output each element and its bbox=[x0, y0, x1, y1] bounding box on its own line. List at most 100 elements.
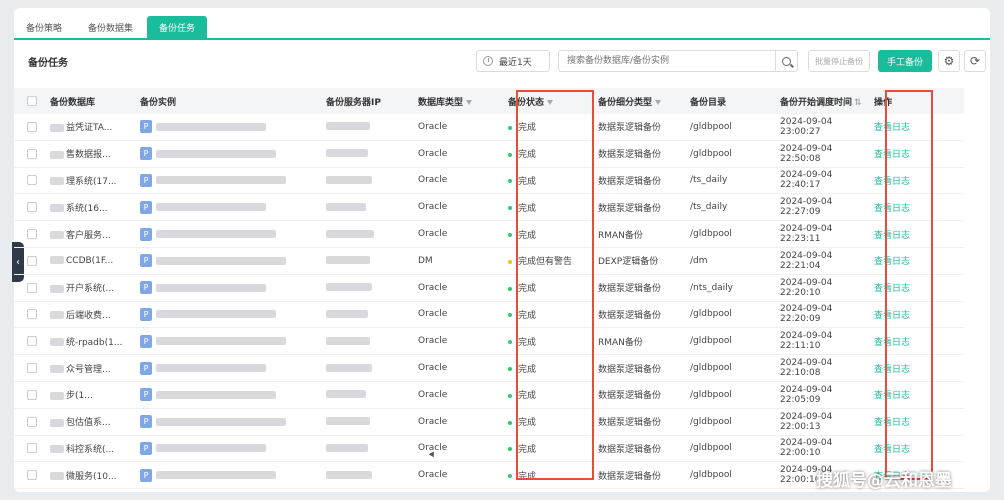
sort-icon[interactable]: ⇅ bbox=[854, 98, 862, 108]
table-row: 步(1... P Oracle 完成 数据泵逻辑备份/gldbpool 2024-09-0… bbox=[14, 382, 964, 409]
instance-badge: P bbox=[140, 307, 152, 321]
search-button[interactable] bbox=[775, 51, 797, 71]
row-checkbox[interactable] bbox=[27, 416, 37, 427]
cell-sub-type: 数据泵逻辑备份 bbox=[598, 310, 662, 321]
table-row: CCDB(1F... P DM 完成但有警告 DEXP逻辑备份/dm 2024-09-04… bbox=[14, 248, 964, 275]
cell-directory: /nts_daily bbox=[690, 282, 734, 293]
cell-sub-type: 数据泵逻辑备份 bbox=[598, 471, 662, 482]
cell-start-time: 2024-09-04 22:21:04 bbox=[780, 250, 833, 271]
cell-database: 售数据报... bbox=[50, 147, 140, 160]
cell-server-ip bbox=[326, 122, 418, 132]
search-input[interactable] bbox=[559, 51, 775, 71]
table-row: 包估值系... P Oracle 完成 数据泵逻辑备份/gldbpool 2024-09-… bbox=[14, 409, 964, 436]
cell-directory: /gldbpool bbox=[690, 309, 732, 320]
cell-server-ip bbox=[326, 283, 418, 293]
status-dot-icon bbox=[508, 474, 512, 479]
filter-icon[interactable] bbox=[466, 99, 473, 105]
select-all-checkbox[interactable] bbox=[27, 96, 37, 106]
cell-directory: /gldbpool bbox=[690, 470, 732, 481]
status-dot-icon bbox=[508, 393, 512, 398]
filter-icon[interactable] bbox=[655, 99, 662, 105]
cell-db-type: Oracle bbox=[418, 121, 448, 132]
instance-badge: P bbox=[140, 254, 152, 268]
instance-badge: P bbox=[140, 147, 152, 161]
row-checkbox[interactable] bbox=[27, 282, 37, 293]
cell-database: CCDB(1F... bbox=[50, 256, 140, 266]
refresh-button[interactable]: ⟳ bbox=[964, 50, 986, 72]
cell-sub-type: DEXP逻辑备份 bbox=[598, 257, 659, 268]
row-checkbox[interactable] bbox=[27, 255, 37, 266]
batch-stop-button[interactable]: 批量停止备份 bbox=[808, 50, 870, 72]
status-dot-icon bbox=[508, 259, 512, 264]
cell-database: 包估值系... bbox=[50, 415, 140, 428]
search-box bbox=[558, 50, 798, 72]
row-checkbox[interactable] bbox=[27, 175, 37, 186]
column-header: 备份数据库 bbox=[50, 97, 96, 108]
column-header[interactable]: 备份细分类型 bbox=[598, 95, 690, 108]
cell-database: 系统(16... bbox=[50, 201, 140, 214]
column-header[interactable]: 数据库类型 bbox=[418, 95, 508, 108]
row-checkbox[interactable] bbox=[27, 121, 37, 132]
cell-start-time: 2024-09-04 22:00:10 bbox=[780, 438, 833, 459]
table-body: 益凭证TA... P Oracle 完成 数据泵逻辑备份/gldbpool 2024-09… bbox=[14, 114, 964, 490]
row-checkbox[interactable] bbox=[27, 470, 37, 481]
instance-badge: P bbox=[140, 334, 152, 348]
instance-badge: P bbox=[140, 415, 152, 429]
column-header[interactable]: 备份开始调度时间 ⇅ bbox=[780, 95, 874, 108]
row-checkbox[interactable] bbox=[27, 336, 37, 347]
cell-sub-type: 数据泵逻辑备份 bbox=[598, 176, 662, 187]
row-checkbox[interactable] bbox=[27, 443, 37, 454]
cell-start-time: 2024-09-04 22:23:11 bbox=[780, 224, 833, 245]
cell-sub-type: 数据泵逻辑备份 bbox=[598, 203, 662, 214]
instance-badge: P bbox=[140, 468, 152, 482]
cell-server-ip bbox=[326, 256, 418, 266]
page-title: 备份任务 bbox=[28, 58, 68, 69]
cell-start-time: 2024-09-04 23:00:27 bbox=[780, 116, 833, 137]
manual-backup-button[interactable]: 手工备份 bbox=[878, 50, 932, 72]
row-checkbox[interactable] bbox=[27, 148, 37, 159]
table-row: 系统(16... P Oracle 完成 数据泵逻辑备份/ts_daily 2024-09… bbox=[14, 194, 964, 222]
tab-backup-task[interactable]: 备份任务 bbox=[147, 16, 208, 38]
cell-server-ip bbox=[326, 390, 418, 400]
cell-directory: /dm bbox=[690, 255, 708, 266]
cell-instance: P bbox=[140, 120, 326, 134]
cell-directory: /gldbpool bbox=[690, 389, 732, 400]
cell-server-ip bbox=[326, 309, 418, 319]
cell-server-ip bbox=[326, 443, 418, 453]
cell-directory: /gldbpool bbox=[690, 229, 732, 240]
cell-db-type: Oracle bbox=[418, 282, 448, 293]
cell-db-type: Oracle bbox=[418, 175, 448, 186]
cell-start-time: 2024-09-04 22:20:09 bbox=[780, 304, 833, 325]
tab-backup-policy[interactable]: 备份策略 bbox=[14, 16, 74, 38]
cell-instance: P bbox=[140, 200, 326, 214]
time-range-select[interactable]: 最近1天 bbox=[476, 50, 550, 72]
cell-db-type: Oracle bbox=[418, 309, 448, 320]
instance-badge: P bbox=[140, 227, 152, 241]
cell-database: 益凭证TA... bbox=[50, 120, 140, 133]
cell-sub-type: RMAN备份 bbox=[598, 337, 643, 348]
cell-db-type: Oracle bbox=[418, 416, 448, 427]
cell-database: 客户服务... bbox=[50, 228, 140, 241]
cell-instance: P bbox=[140, 173, 326, 187]
cell-server-ip bbox=[326, 336, 418, 346]
highlight-action-column bbox=[885, 90, 933, 480]
row-checkbox[interactable] bbox=[27, 202, 37, 213]
row-checkbox[interactable] bbox=[27, 389, 37, 400]
settings-button[interactable]: ⚙ bbox=[938, 50, 960, 72]
status-dot-icon bbox=[508, 286, 512, 291]
cell-db-type: Oracle bbox=[418, 148, 448, 159]
cell-server-ip bbox=[326, 229, 418, 239]
instance-badge: P bbox=[140, 120, 152, 134]
cell-start-time: 2024-09-04 22:40:17 bbox=[780, 170, 833, 191]
status-dot-icon bbox=[508, 125, 512, 130]
search-icon bbox=[782, 56, 791, 66]
row-checkbox[interactable] bbox=[27, 309, 37, 320]
tab-backup-dataset[interactable]: 备份数据集 bbox=[76, 16, 145, 38]
cell-sub-type: 数据泵逻辑备份 bbox=[598, 364, 662, 375]
status-dot-icon bbox=[508, 367, 512, 372]
status-dot-icon bbox=[508, 420, 512, 425]
cell-instance: P bbox=[140, 307, 326, 321]
row-checkbox[interactable] bbox=[27, 229, 37, 240]
row-checkbox[interactable] bbox=[27, 363, 37, 374]
column-header: 备份服务器IP bbox=[326, 97, 381, 108]
